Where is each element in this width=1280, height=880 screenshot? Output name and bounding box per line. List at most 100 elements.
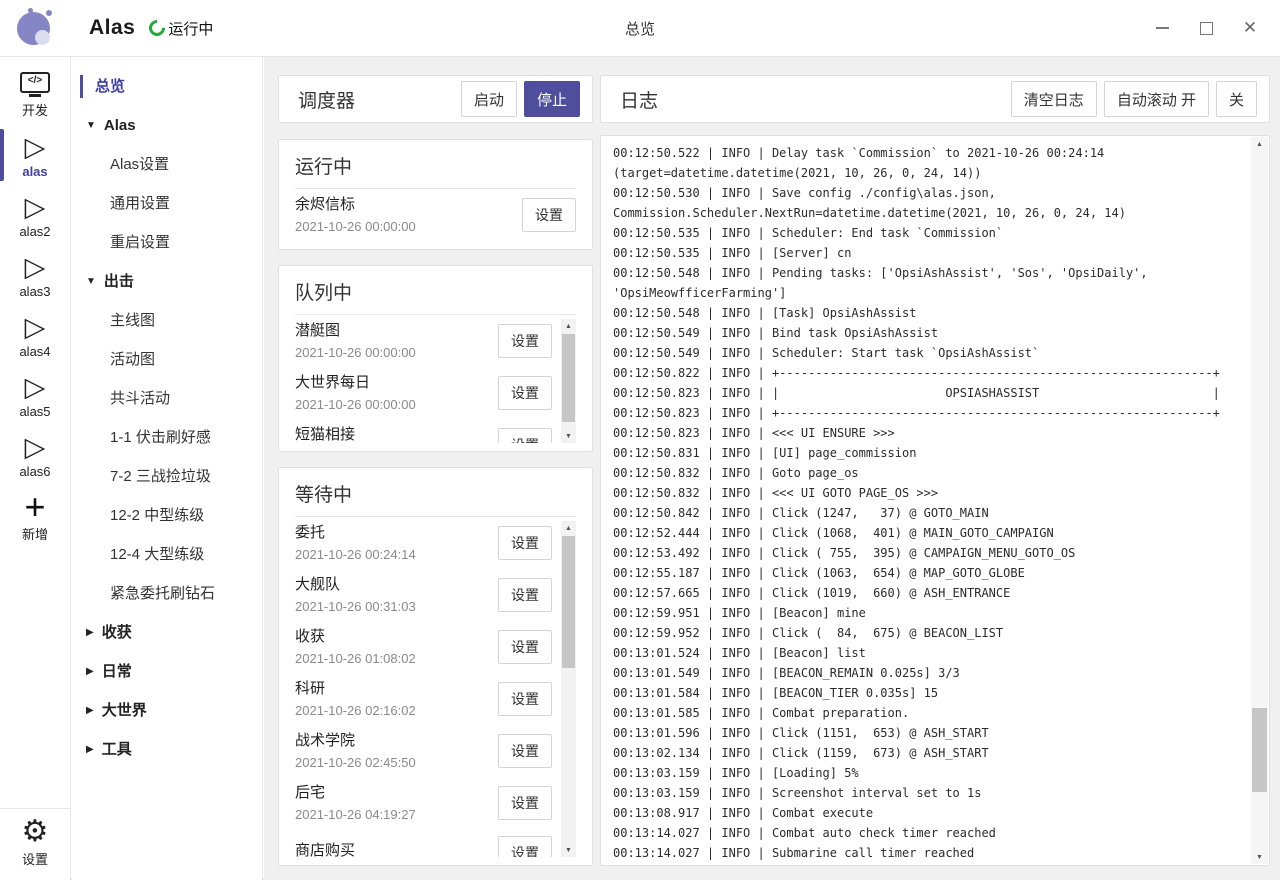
menu-item[interactable]: 7-2 三战捡垃圾: [72, 457, 262, 496]
task-setting-button[interactable]: 设置: [522, 198, 576, 232]
close-button[interactable]: [1228, 7, 1272, 49]
menu-item[interactable]: ▶收获: [72, 613, 262, 652]
autoscroll-off-button[interactable]: 关: [1216, 81, 1257, 117]
task-row: 战术学院 2021-10-26 02:45:50 设置: [295, 725, 552, 777]
expand-arrow-icon: ▼: [86, 120, 96, 131]
waiting-scrollbar[interactable]: [561, 521, 576, 857]
settings-button[interactable]: 设置: [0, 808, 70, 880]
task-name: 科研: [295, 680, 498, 698]
menu-item[interactable]: Alas设置: [72, 145, 262, 184]
play-icon: [25, 312, 46, 342]
menu-item[interactable]: 通用设置: [72, 184, 262, 223]
menu-item[interactable]: ▶大世界: [72, 691, 262, 730]
task-setting-button[interactable]: 设置: [498, 428, 552, 443]
main-content: 调度器 启动 停止 运行中 余烬信标 2021-10-26 00:00:00: [264, 57, 1280, 880]
menu-item[interactable]: 重启设置: [72, 223, 262, 262]
scroll-down-icon[interactable]: [561, 843, 576, 857]
task-name: 收获: [295, 628, 498, 646]
log-line: 00:12:53.492 | INFO | Click ( 755, 395) …: [613, 543, 1239, 563]
scroll-up-icon[interactable]: [561, 319, 576, 333]
menu-item[interactable]: 12-4 大型练级: [72, 535, 262, 574]
iconbar-item[interactable]: alas2: [0, 185, 70, 245]
menu-item[interactable]: 共斗活动: [72, 379, 262, 418]
play-icon: [25, 372, 46, 402]
task-setting-button[interactable]: 设置: [498, 630, 552, 664]
menu-item[interactable]: ▶工具: [72, 730, 262, 769]
task-row: 短猫相接 2021-10-26 00:00:00 设置: [295, 419, 552, 443]
task-setting-button[interactable]: 设置: [498, 324, 552, 358]
settings-label: 设置: [22, 849, 48, 868]
scroll-up-icon[interactable]: [561, 521, 576, 535]
iconbar-item[interactable]: 新增: [0, 485, 70, 549]
stop-button[interactable]: 停止: [524, 81, 580, 117]
minimize-button[interactable]: [1140, 7, 1184, 49]
iconbar-item[interactable]: alas: [0, 125, 70, 185]
window-controls: [1140, 7, 1272, 49]
iconbar-item[interactable]: alas5: [0, 365, 70, 425]
menu-item[interactable]: 1-1 伏击刷好感: [72, 418, 262, 457]
task-name: 委托: [295, 524, 498, 542]
menu-item-label: 12-4 大型练级: [110, 546, 204, 563]
menu-item[interactable]: 活动图: [72, 340, 262, 379]
log-scrollbar[interactable]: [1251, 137, 1268, 864]
menu-item-label: 日常: [102, 663, 132, 680]
task-row: 科研 2021-10-26 02:16:02 设置: [295, 673, 552, 725]
scrollbar-thumb[interactable]: [1252, 708, 1267, 792]
log-line: 00:12:50.549 | INFO | Scheduler: Start t…: [613, 343, 1239, 363]
log-title: 日志: [620, 86, 658, 113]
scroll-up-icon[interactable]: [1251, 137, 1268, 151]
pending-scrollbar[interactable]: [561, 319, 576, 443]
log-line: 00:12:59.952 | INFO | Click ( 84, 675) @…: [613, 623, 1239, 643]
task-time: 2021-10-26 02:16:02: [295, 703, 498, 718]
start-button[interactable]: 启动: [461, 81, 517, 117]
task-setting-button[interactable]: 设置: [498, 786, 552, 820]
menu-item[interactable]: 总览: [72, 67, 262, 106]
app-window: Alas 运行中 总览 开发 alas: [0, 0, 1280, 880]
close-icon: [1243, 19, 1257, 38]
menu-item[interactable]: 紧急委托刷钻石: [72, 574, 262, 613]
maximize-button[interactable]: [1184, 7, 1228, 49]
scroll-down-icon[interactable]: [1251, 850, 1268, 864]
titlebar: Alas 运行中 总览: [0, 0, 1280, 57]
task-setting-button[interactable]: 设置: [498, 682, 552, 716]
menu-item[interactable]: 12-2 中型练级: [72, 496, 262, 535]
task-time: 2021-10-26 00:00:00: [295, 345, 498, 360]
log-line: 00:12:50.832 | INFO | <<< UI GOTO PAGE_O…: [613, 483, 1239, 503]
menu-item-label: Alas: [104, 117, 136, 134]
scrollbar-thumb[interactable]: [562, 536, 575, 668]
expand-arrow-icon: ▼: [86, 276, 96, 287]
menu-item[interactable]: 主线图: [72, 301, 262, 340]
task-name: 潜艇图: [295, 322, 498, 340]
iconbar-item[interactable]: alas3: [0, 245, 70, 305]
waiting-list: 委托 2021-10-26 00:24:14 设置 大舰队 2021-10-26…: [295, 517, 576, 857]
task-setting-button[interactable]: 设置: [498, 578, 552, 612]
menu-item[interactable]: ▼出击: [72, 262, 262, 301]
menu-item[interactable]: ▼ Alas: [72, 106, 262, 145]
autoscroll-on-button[interactable]: 自动滚动 开: [1104, 81, 1209, 117]
task-setting-button[interactable]: 设置: [498, 376, 552, 410]
iconbar-item-label: alas6: [19, 464, 50, 479]
task-setting-button[interactable]: 设置: [498, 526, 552, 560]
iconbar-item[interactable]: alas6: [0, 425, 70, 485]
clear-log-button[interactable]: 清空日志: [1011, 81, 1097, 117]
task-setting-button[interactable]: 设置: [498, 836, 552, 857]
menu-item-label: 重启设置: [110, 234, 170, 251]
waiting-card: 等待中 委托 2021-10-26 00:24:14 设置: [278, 467, 593, 866]
log-header-card: 日志 清空日志 自动滚动 开 关: [600, 75, 1270, 123]
alas-logo-icon: [15, 7, 57, 49]
scroll-down-icon[interactable]: [561, 429, 576, 443]
menu-item-label: 总览: [95, 78, 125, 95]
menu-item-label: 活动图: [110, 351, 155, 368]
iconbar-item[interactable]: alas4: [0, 305, 70, 365]
task-time: 2021-10-26 02:45:50: [295, 755, 498, 770]
scheduler-status: 运行中: [149, 18, 213, 39]
menu-item-label: 7-2 三战捡垃圾: [110, 468, 211, 485]
iconbar-item[interactable]: 开发: [0, 63, 70, 125]
scrollbar-thumb[interactable]: [562, 334, 575, 422]
task-row: 商店购买 设置: [295, 829, 552, 857]
menu-item[interactable]: ▶日常: [72, 652, 262, 691]
task-time: 2021-10-26 00:00:00: [295, 219, 522, 234]
waiting-title: 等待中: [295, 480, 576, 517]
running-card: 运行中 余烬信标 2021-10-26 00:00:00 设置: [278, 139, 593, 250]
task-setting-button[interactable]: 设置: [498, 734, 552, 768]
